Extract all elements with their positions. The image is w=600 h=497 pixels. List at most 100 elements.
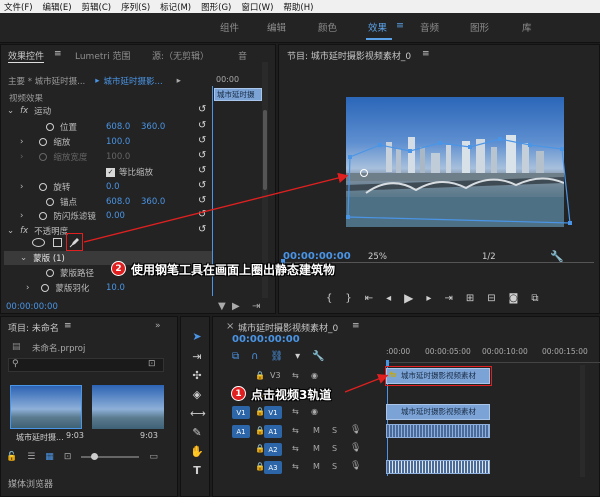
chevron-right-icon[interactable]: ›	[20, 211, 23, 221]
nest-icon[interactable]: ⧉	[232, 351, 239, 362]
go-to-out-icon[interactable]: ⇥	[444, 293, 452, 304]
menu-window[interactable]: 窗口(W)	[241, 1, 273, 13]
source-patch-v1[interactable]: V1	[232, 406, 250, 419]
reset-icon[interactable]: ↺	[198, 195, 206, 206]
effect-controls-timecode[interactable]: 00:00:00:00	[6, 302, 58, 312]
clip-v1[interactable]: 城市延时摄影视频素材	[386, 404, 490, 420]
reset-icon[interactable]: ↺	[198, 150, 206, 161]
track-v3-label[interactable]: V3	[270, 371, 281, 380]
eye-icon[interactable]: ◉	[311, 407, 318, 416]
stopwatch-icon[interactable]	[39, 138, 48, 146]
stopwatch-icon[interactable]	[46, 269, 54, 277]
eye-icon[interactable]: ◉	[311, 371, 318, 380]
tab-source[interactable]: 源:（无剪辑）	[152, 49, 209, 62]
thumbnail-size-slider[interactable]	[81, 453, 140, 460]
track-a2-label[interactable]: A2	[264, 443, 282, 456]
program-monitor-title[interactable]: 节目: 城市延时摄影视频素材_0	[287, 49, 411, 62]
microphone-icon[interactable]: 🎙	[350, 461, 361, 471]
slider-knob[interactable]	[91, 453, 99, 460]
project-search-input[interactable]	[8, 358, 164, 372]
track-v1-label[interactable]: V1	[264, 406, 282, 419]
menu-edit[interactable]: 编辑(E)	[43, 1, 72, 13]
reset-icon[interactable]: ↺	[198, 104, 206, 115]
chevron-right-icon[interactable]: ›	[20, 137, 23, 147]
reset-icon[interactable]: ↺	[198, 165, 206, 176]
sync-lock-icon[interactable]: ⇆	[292, 426, 299, 435]
selection-tool-icon[interactable]: ➤	[190, 330, 204, 344]
tab-audio-mixer[interactable]: 音	[238, 49, 247, 62]
play-only-icon[interactable]: ▸	[177, 76, 181, 86]
timeline-settings-icon[interactable]: 🔧	[312, 351, 324, 362]
stopwatch-icon[interactable]	[39, 183, 48, 191]
button-editor-icon[interactable]: ⧉	[531, 293, 538, 304]
reset-icon[interactable]: ↺	[198, 209, 206, 220]
chevron-down-icon[interactable]: ⌄	[7, 226, 14, 236]
mini-timeline-clip[interactable]: 城市延时摄	[214, 88, 262, 101]
pen-mask-icon[interactable]	[69, 236, 81, 248]
menu-clip[interactable]: 剪辑(C)	[82, 1, 112, 13]
position-y-value[interactable]: 360.0	[141, 122, 165, 132]
clip-a3[interactable]	[386, 460, 490, 474]
go-to-in-icon[interactable]: ⇤	[365, 293, 373, 304]
anchor-x-value[interactable]: 608.0	[106, 197, 130, 207]
step-back-icon[interactable]: ◂	[386, 293, 391, 304]
effect-controls-menu-icon[interactable]: ≡	[54, 49, 62, 59]
play-icon[interactable]: ▶	[404, 291, 413, 305]
reset-icon[interactable]: ↺	[198, 224, 206, 235]
scale-value[interactable]: 100.0	[106, 137, 130, 147]
chevron-down-icon[interactable]: ⌄	[7, 106, 14, 116]
workspace-components[interactable]: 组件	[220, 20, 239, 34]
effect-controls-scroll-thumb[interactable]	[263, 110, 267, 190]
microphone-icon[interactable]: 🎙	[350, 425, 361, 435]
workspace-graphics[interactable]: 图形	[470, 20, 489, 34]
rectangle-mask-icon[interactable]	[53, 238, 62, 247]
timeline-menu-icon[interactable]: ≡	[352, 321, 360, 331]
sequence-clip-label[interactable]: 城市延时摄影...	[104, 75, 163, 87]
sync-lock-icon[interactable]: ⇆	[292, 371, 299, 380]
bin-filter-icon[interactable]: ⊡	[148, 359, 156, 369]
menu-graphics[interactable]: 图形(G)	[201, 1, 231, 13]
razor-tool-icon[interactable]: ◈	[190, 388, 204, 402]
timeline-sequence-title[interactable]: 城市延时摄影视频素材_0	[238, 321, 338, 334]
timeline-scrollbar[interactable]	[580, 365, 585, 477]
list-view-icon[interactable]: ☰	[27, 452, 35, 462]
ripple-edit-tool-icon[interactable]: ✣	[190, 369, 204, 383]
reset-icon[interactable]: ↺	[198, 120, 206, 131]
chevron-right-icon[interactable]: ▸	[95, 76, 99, 86]
chevron-down-icon[interactable]: ⌄	[20, 253, 27, 263]
sync-lock-icon[interactable]: ⇆	[292, 407, 299, 416]
filter-icon[interactable]: ▼	[218, 301, 226, 312]
stopwatch-icon[interactable]	[46, 198, 54, 206]
mask-path-outline[interactable]	[340, 135, 580, 230]
open-panel-icon[interactable]: ⇥	[252, 301, 260, 312]
linked-selection-icon[interactable]: ⛓	[270, 351, 283, 362]
chevron-right-icon[interactable]: ›	[26, 283, 29, 293]
expand-icon[interactable]: »	[155, 321, 161, 331]
clip-v3[interactable]: 城市延时摄影视频素材	[386, 368, 490, 384]
export-frame-icon[interactable]: ▶	[232, 301, 240, 312]
lock-icon[interactable]: 🔓	[6, 452, 17, 462]
thumbnail-1[interactable]	[10, 385, 82, 429]
fx-icon[interactable]: fx	[20, 106, 28, 116]
insert-icon[interactable]: ⊞	[466, 293, 474, 304]
stopwatch-icon[interactable]	[41, 284, 50, 292]
mask-feather-value[interactable]: 10.0	[106, 283, 125, 293]
opacity-effect-row[interactable]: ⌄ fx 不透明度	[0, 224, 212, 238]
solo-button-a2[interactable]: S	[332, 444, 337, 453]
close-icon[interactable]: ×	[226, 321, 234, 332]
uniform-scale-checkbox[interactable]: ✓	[106, 167, 115, 177]
menu-sequence[interactable]: 序列(S)	[121, 1, 150, 13]
project-menu-icon[interactable]: ≡	[64, 321, 72, 331]
position-x-value[interactable]: 608.0	[106, 122, 130, 132]
mark-out-icon[interactable]: }	[345, 293, 351, 304]
add-marker-icon[interactable]: ▾	[295, 351, 300, 362]
workspace-effects[interactable]: 效果	[368, 20, 387, 34]
media-browser-tab[interactable]: 媒体浏览器	[8, 477, 53, 490]
sync-lock-icon[interactable]: ⇆	[292, 444, 299, 453]
export-frame-icon[interactable]: ◙	[509, 293, 519, 304]
track-select-tool-icon[interactable]: ⇥	[190, 350, 204, 364]
solo-button-a3[interactable]: S	[332, 462, 337, 471]
ellipse-mask-icon[interactable]	[32, 238, 45, 247]
hand-tool-icon[interactable]: ✋	[190, 445, 204, 459]
menu-file[interactable]: 文件(F)	[4, 1, 33, 13]
